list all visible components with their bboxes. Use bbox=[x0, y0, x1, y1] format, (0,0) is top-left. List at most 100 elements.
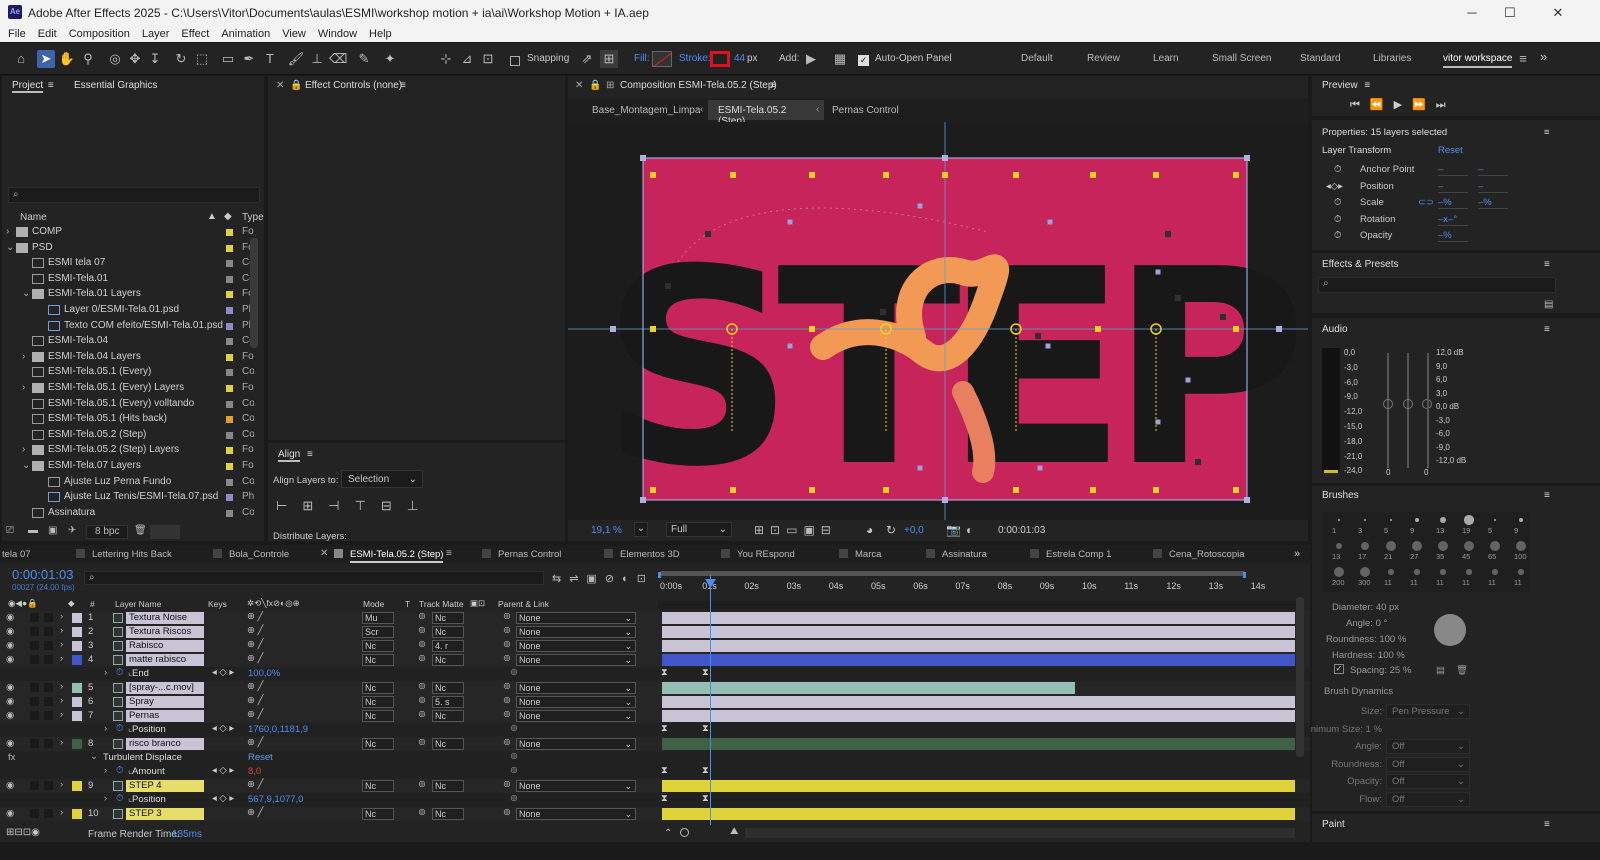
transform-handle[interactable] bbox=[1185, 377, 1191, 383]
brush-tip[interactable] bbox=[1364, 519, 1366, 521]
pen-tool-icon[interactable]: ✒ bbox=[240, 50, 258, 68]
expression-pickwhip-icon[interactable]: ⊚ bbox=[510, 723, 518, 734]
label-swatch[interactable] bbox=[226, 431, 233, 439]
menu-animation[interactable]: Animation bbox=[221, 28, 270, 40]
visibility-eye-icon[interactable]: ◉ bbox=[6, 710, 14, 721]
blend-mode-dropdown[interactable]: Nc bbox=[362, 808, 394, 820]
transform-handle[interactable] bbox=[1047, 219, 1053, 225]
lock-toggle[interactable] bbox=[44, 809, 53, 818]
solo-toggle[interactable] bbox=[30, 683, 39, 692]
blend-mode-dropdown[interactable]: Nc bbox=[362, 738, 394, 750]
axis-world-icon[interactable]: ⊿ bbox=[458, 50, 476, 68]
track-matte-dropdown[interactable]: Nc bbox=[432, 654, 464, 666]
axis-local-icon[interactable]: ⊹ bbox=[437, 50, 455, 68]
menu-effect[interactable]: Effect bbox=[181, 28, 209, 40]
solo-toggle[interactable] bbox=[30, 655, 39, 664]
brush-spacing[interactable]: Spacing: 25 % bbox=[1350, 665, 1411, 676]
solo-toggle[interactable] bbox=[30, 697, 39, 706]
add-play-icon[interactable]: ▶ bbox=[802, 50, 820, 68]
project-item[interactable]: › ESMI-Tela.05.2 (Step) Layers Fo bbox=[2, 443, 254, 459]
project-item[interactable]: ESMI tela 07 Co bbox=[2, 256, 254, 272]
parent-dropdown[interactable]: None ⌄ bbox=[516, 710, 636, 722]
transform-handle[interactable] bbox=[1244, 155, 1250, 161]
dynamics-dropdown[interactable]: Off ⌄ bbox=[1386, 756, 1470, 772]
transform-handle[interactable] bbox=[1244, 497, 1250, 503]
layer-label-swatch[interactable] bbox=[72, 739, 82, 749]
rectangle-tool-icon[interactable]: ▭ bbox=[219, 50, 237, 68]
fill-swatch[interactable] bbox=[652, 51, 672, 67]
brush-tip[interactable] bbox=[1493, 518, 1497, 522]
visibility-eye-icon[interactable]: ◉ bbox=[6, 640, 14, 651]
work-area-start-icon[interactable] bbox=[658, 572, 661, 578]
align-hcenter-icon[interactable]: ⊞ bbox=[302, 498, 328, 513]
expression-pickwhip-icon[interactable]: ⊚ bbox=[510, 751, 518, 762]
brush-tip[interactable] bbox=[1412, 541, 1422, 551]
new-folder-icon[interactable]: ▬ bbox=[28, 525, 38, 536]
stopwatch-icon[interactable]: ⏱ bbox=[1334, 197, 1341, 208]
lock-toggle[interactable] bbox=[44, 683, 53, 692]
audio-menu-icon[interactable]: ≡ bbox=[1544, 324, 1550, 346]
align-bottom-icon[interactable]: ⊥ bbox=[407, 498, 433, 513]
layer-twirl-icon[interactable]: › bbox=[60, 653, 63, 664]
layer-label-swatch[interactable] bbox=[72, 697, 82, 707]
pan-tool-icon[interactable]: ✥ bbox=[126, 50, 144, 68]
visibility-eye-icon[interactable]: ◉ bbox=[6, 654, 14, 665]
brush-tip[interactable] bbox=[1464, 515, 1474, 525]
transform-handle[interactable] bbox=[730, 487, 736, 493]
blend-mode-dropdown[interactable]: Mu bbox=[362, 612, 394, 624]
keyframe-icon[interactable]: ⧗ bbox=[661, 723, 668, 734]
matte-link-icon[interactable]: ⊚ bbox=[418, 653, 426, 664]
fx-icon[interactable]: fx bbox=[8, 752, 15, 763]
property-value[interactable]: 8,0 bbox=[248, 766, 261, 777]
timeline-switch-icons[interactable]: ⇆⇌▣⊘◐⊡ bbox=[552, 572, 654, 585]
project-item[interactable]: Layer 0/ESMI-Tela.01.psd Ph bbox=[2, 303, 254, 319]
expression-pickwhip-icon[interactable]: ⊚ bbox=[510, 765, 518, 776]
solo-toggle[interactable] bbox=[30, 739, 39, 748]
tab-brushes[interactable]: Brushes bbox=[1322, 490, 1359, 512]
transform-handle[interactable] bbox=[787, 219, 793, 225]
stopwatch-icon[interactable]: ⏱ bbox=[116, 667, 123, 678]
transform-handle[interactable] bbox=[1165, 231, 1171, 237]
layer-label-swatch[interactable] bbox=[72, 641, 82, 651]
property-value[interactable]: 567,9,1077,0 bbox=[248, 794, 303, 805]
brush-tip[interactable] bbox=[1518, 517, 1524, 523]
stopwatch-icon[interactable]: ⏱ bbox=[1334, 214, 1341, 225]
matte-link-icon[interactable]: ⊚ bbox=[418, 737, 426, 748]
stroke-swatch[interactable] bbox=[710, 51, 730, 67]
parent-pickwhip-icon[interactable]: ⊚ bbox=[503, 695, 511, 706]
tab-paint[interactable]: Paint bbox=[1322, 819, 1345, 841]
anchor-tool-icon[interactable]: ⬚ bbox=[193, 50, 211, 68]
parent-dropdown[interactable]: None ⌄ bbox=[516, 626, 636, 638]
property-twirl-icon[interactable]: › bbox=[104, 723, 107, 734]
parent-pickwhip-icon[interactable]: ⊚ bbox=[503, 611, 511, 622]
paint-menu-icon[interactable]: ≡ bbox=[1544, 819, 1550, 841]
timeline-tab[interactable]: Bola_Controle bbox=[229, 549, 289, 560]
property-value-1[interactable]: –% bbox=[1438, 197, 1468, 209]
tab-align[interactable]: Align bbox=[278, 449, 301, 462]
timeline-property-row[interactable]: › ⏱ ⌞ ◂ ◇ ▸ Position 567,9,1077,0 ⊚ ⧗ ⧗ bbox=[0, 793, 1310, 807]
blend-mode-dropdown[interactable]: Nc bbox=[362, 710, 394, 722]
layer-twirl-icon[interactable]: › bbox=[60, 807, 63, 818]
project-item[interactable]: › ESMI-Tela.05.1 (Every) Layers Fo bbox=[2, 381, 254, 397]
transform-handle[interactable] bbox=[665, 283, 671, 289]
layer-duration-bar[interactable] bbox=[662, 682, 1075, 694]
timeline-tab[interactable]: Pernas Control bbox=[498, 549, 561, 560]
dynamics-dropdown[interactable]: Pen Pressure ⌄ bbox=[1386, 704, 1470, 719]
label-swatch[interactable] bbox=[226, 494, 233, 502]
align-menu-icon[interactable]: ≡ bbox=[307, 449, 313, 460]
transform-handle[interactable] bbox=[730, 172, 736, 178]
brush-tip[interactable] bbox=[1464, 541, 1474, 551]
keyframe-navigator-icon[interactable]: ◂ ◇ ▸ bbox=[212, 765, 234, 776]
keyframe-icon[interactable]: ⧗ bbox=[661, 667, 668, 678]
brush-hardness[interactable]: Hardness: 100 % bbox=[1332, 650, 1405, 661]
timeline-overflow-icon[interactable]: » bbox=[1294, 548, 1300, 560]
property-value-1[interactable]: – bbox=[1438, 181, 1468, 193]
track-matte-dropdown[interactable]: Nc bbox=[432, 710, 464, 722]
property-twirl-icon[interactable]: › bbox=[104, 793, 107, 804]
transform-handle[interactable] bbox=[787, 343, 793, 349]
parent-dropdown[interactable]: None ⌄ bbox=[516, 808, 636, 820]
stopwatch-icon[interactable]: ⏱ bbox=[1334, 230, 1341, 241]
solo-toggle[interactable] bbox=[30, 711, 39, 720]
lock-toggle[interactable] bbox=[44, 711, 53, 720]
transform-handle[interactable] bbox=[650, 487, 656, 493]
